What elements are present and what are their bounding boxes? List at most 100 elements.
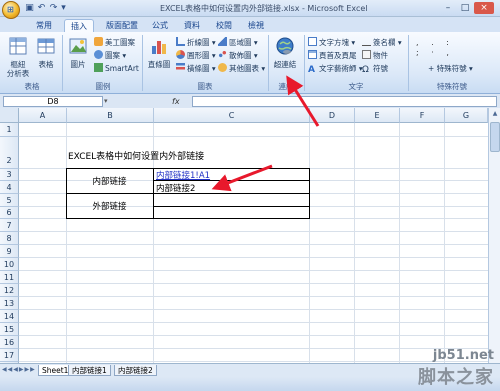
row-header[interactable]: 1: [0, 123, 19, 137]
gridline: [19, 136, 488, 137]
group-label-symbols: 特殊符號: [437, 82, 467, 91]
row-header[interactable]: 14: [0, 310, 19, 323]
row-header[interactable]: 5: [0, 194, 19, 207]
special-symbol-button[interactable]: + 特殊符號 ▾: [428, 63, 473, 74]
close-icon[interactable]: ×: [474, 2, 494, 14]
clipart-button[interactable]: 美工圖案: [94, 37, 135, 48]
row-header[interactable]: 2: [0, 137, 19, 169]
hyperlink-button[interactable]: 超連結: [272, 36, 298, 80]
scroll-thumb[interactable]: [490, 122, 500, 152]
shapes-icon: [94, 50, 103, 59]
row-header[interactable]: 10: [0, 258, 19, 271]
group-separator: [304, 35, 305, 91]
cell-b2-title[interactable]: EXCEL表格中如何设置内外部链接: [68, 149, 204, 162]
select-all-corner[interactable]: [0, 108, 19, 123]
row-header[interactable]: 17: [0, 349, 19, 362]
row-header[interactable]: 13: [0, 297, 19, 310]
tab-review[interactable]: 校閱: [210, 19, 238, 32]
ribbon: 樞紐 分析表 表格 表格 圖片 美工圖案 圖案 ▾ SmartArt 圖例 直條…: [0, 32, 500, 94]
undo-icon[interactable]: ↶: [36, 3, 47, 14]
tab-page-layout[interactable]: 版面配置: [100, 19, 144, 32]
gridline: [19, 309, 488, 310]
name-box[interactable]: D8: [3, 96, 103, 107]
column-header-f[interactable]: F: [400, 108, 445, 123]
area-chart-button[interactable]: 區域圖 ▾: [218, 37, 258, 48]
row-header[interactable]: 11: [0, 271, 19, 284]
line-chart-button[interactable]: 折線圖 ▾: [176, 37, 216, 48]
row-header[interactable]: 7: [0, 219, 19, 232]
row-header[interactable]: 8: [0, 232, 19, 245]
cell-c4-text[interactable]: 内部链接2: [156, 182, 195, 194]
insert-function-button[interactable]: fx: [172, 96, 186, 107]
textbox-button[interactable]: 文字方塊 ▾: [308, 37, 355, 48]
symbol-button[interactable]: Ω 符號: [362, 63, 388, 75]
cell-c3-hyperlink[interactable]: 内部链接1!A1: [156, 169, 210, 181]
column-header-e[interactable]: E: [355, 108, 400, 123]
column-chart-button[interactable]: 直條圖: [145, 36, 173, 80]
shapes-button[interactable]: 圖案 ▾: [94, 50, 126, 61]
vertical-scrollbar[interactable]: ▲: [488, 108, 500, 363]
sheet-tab-internal-link-1[interactable]: 内部链接1: [68, 365, 111, 376]
table-border: [153, 168, 154, 219]
cell-b5-external-link[interactable]: 外部链接: [66, 200, 153, 212]
sheet-nav-arrows-icon[interactable]: ◀◀◀▶▶▶: [2, 366, 36, 373]
other-charts-button[interactable]: 其他圖表 ▾: [218, 63, 265, 74]
namebox-dropdown-icon[interactable]: ▾: [104, 97, 108, 105]
scroll-up-icon[interactable]: ▲: [490, 109, 500, 119]
tab-formulas[interactable]: 公式: [146, 19, 174, 32]
row-header[interactable]: 6: [0, 207, 19, 219]
tab-view[interactable]: 檢視: [242, 19, 270, 32]
column-header-c[interactable]: C: [154, 108, 310, 123]
row-header[interactable]: 3: [0, 169, 19, 181]
window-title: EXCEL表格中如何设置内外部链接.xlsx - Microsoft Excel: [160, 4, 368, 13]
scatter-chart-button[interactable]: 散佈圖 ▾: [218, 50, 258, 61]
worksheet-grid[interactable]: A B C D E F G 1 2 3 4 5 6 7 8 9 10 11 12…: [0, 108, 488, 363]
group-separator: [142, 35, 143, 91]
table-icon: [37, 38, 55, 54]
object-button[interactable]: 物件: [362, 50, 388, 61]
other-charts-icon: [218, 63, 227, 72]
table-border: [309, 168, 310, 219]
signature-line-button[interactable]: 簽名欄 ▾: [362, 37, 402, 48]
tab-home[interactable]: 常用: [30, 19, 58, 32]
row-header[interactable]: 16: [0, 336, 19, 349]
bar-chart-button[interactable]: 橫條圖 ▾: [176, 63, 216, 74]
formula-input[interactable]: [192, 96, 497, 107]
office-button[interactable]: ⊞: [2, 1, 20, 19]
row-header[interactable]: 9: [0, 245, 19, 258]
tab-insert[interactable]: 插入: [64, 19, 94, 32]
group-label-links: 連結: [278, 82, 294, 91]
wordart-button[interactable]: A 文字藝術師 ▾: [308, 63, 363, 75]
cell-b3-internal-link[interactable]: 内部链接: [66, 175, 153, 187]
sheet-tab-internal-link-2[interactable]: 内部链接2: [114, 365, 157, 376]
pivot-table-button[interactable]: 樞紐 分析表: [4, 36, 32, 80]
table-button[interactable]: 表格: [34, 36, 58, 80]
column-header-g[interactable]: G: [445, 108, 488, 123]
save-icon[interactable]: ▣: [24, 3, 35, 14]
group-label-charts: 圖表: [197, 82, 213, 91]
header-footer-button[interactable]: 頁首及頁尾: [308, 50, 357, 61]
maximize-icon[interactable]: □: [457, 2, 473, 14]
pivot-table-label: 樞紐 分析表: [6, 60, 30, 78]
textbox-icon: [308, 37, 317, 46]
row-header[interactable]: 12: [0, 284, 19, 297]
object-icon: [362, 50, 371, 59]
column-header-d[interactable]: D: [310, 108, 355, 123]
pie-chart-icon: [176, 50, 185, 59]
smartart-label: SmartArt: [105, 64, 139, 73]
shapes-label: 圖案: [105, 51, 120, 60]
row-header[interactable]: 15: [0, 323, 19, 336]
picture-button[interactable]: 圖片: [66, 36, 90, 80]
special-symbols-gallery[interactable]: , . :; · ,: [416, 38, 476, 62]
gridline: [19, 270, 488, 271]
column-header-a[interactable]: A: [19, 108, 67, 123]
row-header[interactable]: 4: [0, 181, 19, 194]
tab-data[interactable]: 資料: [178, 19, 206, 32]
qat-dropdown-icon[interactable]: ▾: [58, 3, 69, 14]
textbox-label: 文字方塊: [319, 38, 349, 47]
column-header-b[interactable]: B: [67, 108, 154, 123]
smartart-button[interactable]: SmartArt: [94, 63, 139, 74]
pie-chart-button[interactable]: 圓形圖 ▾: [176, 50, 216, 61]
minimize-icon[interactable]: –: [440, 2, 456, 14]
gridline: [19, 335, 488, 336]
